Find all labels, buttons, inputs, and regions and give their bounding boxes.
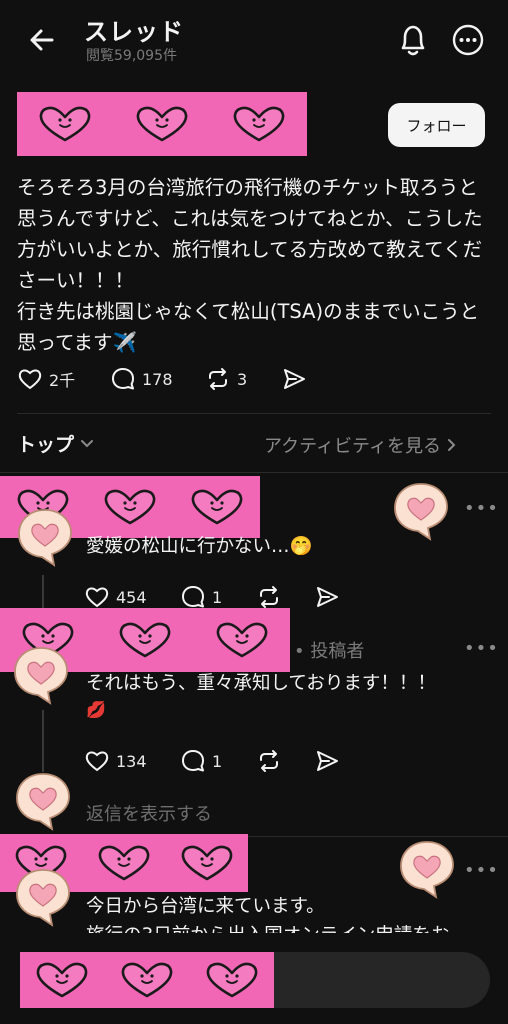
heart-face-icon: [37, 104, 93, 144]
share-icon[interactable]: [314, 584, 340, 610]
repost-count: 3: [237, 369, 248, 389]
chevron-right-icon: [447, 439, 456, 451]
follow-button[interactable]: フォロー: [388, 103, 485, 147]
reply-menu-icon[interactable]: •••: [464, 498, 499, 519]
repost-icon: [209, 368, 227, 390]
lips-emoji: 💋: [86, 700, 106, 719]
input-redaction: [20, 952, 274, 1008]
reply-menu-icon[interactable]: •••: [464, 860, 499, 881]
sort-top-dropdown[interactable]: トップ: [17, 430, 94, 457]
avatar[interactable]: [12, 866, 74, 928]
heart-outline-icon: [18, 369, 42, 390]
like-count: 2千: [49, 371, 76, 390]
sort-label: トップ: [17, 434, 75, 456]
heart-sticker-icon: [396, 838, 458, 900]
reply-like-count: 454: [116, 587, 147, 607]
avatar[interactable]: [10, 644, 72, 706]
reply-like-button[interactable]: 134: [84, 748, 147, 774]
thread-line: [42, 710, 44, 772]
reply-comment-button[interactable]: 1: [180, 748, 222, 774]
repost-icon[interactable]: [256, 584, 282, 610]
reply-like-count: 134: [116, 751, 147, 771]
heart-face-icon: [134, 104, 190, 144]
heart-face-icon: [34, 960, 90, 1000]
reply-comment-count: 1: [212, 751, 223, 771]
divider: [17, 413, 491, 414]
reply-like-button[interactable]: 454: [84, 584, 147, 610]
view-activity-link[interactable]: アクティビティを見る: [264, 432, 457, 458]
repost-button[interactable]: 3: [205, 366, 247, 392]
thread-line: [42, 575, 44, 609]
heart-face-icon: [96, 843, 152, 883]
reply-comment-button[interactable]: 1: [180, 584, 222, 610]
bell-icon[interactable]: [396, 22, 430, 58]
like-button[interactable]: 2千: [17, 366, 75, 392]
heart-face-icon: [189, 487, 245, 527]
activity-label: アクティビティを見る: [264, 436, 441, 457]
heart-face-icon: [117, 620, 173, 660]
reply-comment-count: 1: [212, 587, 223, 607]
heart-face-icon: [179, 843, 235, 883]
chevron-down-icon: [81, 439, 94, 447]
repost-icon[interactable]: [256, 748, 282, 774]
reply-text: 今日から台湾に来ています。: [86, 896, 325, 917]
heart-face-icon: [119, 960, 175, 1000]
heart-face-icon: [102, 487, 158, 527]
reply-menu-icon[interactable]: •••: [464, 638, 499, 659]
heart-face-icon: [204, 960, 260, 1000]
back-arrow-icon[interactable]: [26, 24, 58, 56]
heart-outline-icon: [85, 587, 109, 608]
avatar[interactable]: [14, 506, 76, 568]
show-replies-link[interactable]: 返信を表示する: [86, 800, 212, 826]
reply-count: 178: [142, 369, 173, 389]
comment-icon: [112, 368, 134, 390]
heart-face-icon: [214, 620, 270, 660]
page-title: スレッド: [84, 18, 184, 46]
author-redaction: [17, 92, 307, 156]
share-icon[interactable]: [281, 366, 307, 392]
author-tag: • 投稿者: [294, 641, 365, 662]
comment-icon: [182, 586, 204, 608]
heart-sticker-icon: [12, 770, 74, 832]
heart-sticker-icon: [390, 480, 452, 542]
divider: [0, 472, 508, 473]
comment-icon: [182, 750, 204, 772]
reply-text-cut: 旅行の3日前から出入国オンライン申請をお: [86, 921, 486, 933]
share-icon[interactable]: [314, 748, 340, 774]
more-options-icon[interactable]: [452, 24, 484, 56]
post-body: そろそろ3月の台湾旅行の飛行機のチケット取ろうと思うんですけど、これは気をつけて…: [17, 176, 483, 354]
reply-button[interactable]: 178: [110, 366, 173, 392]
reply-text: 愛媛の松山に行かない…🤭: [86, 536, 313, 557]
reply-text: それはもう、重々承知しております！！！: [86, 673, 436, 694]
heart-outline-icon: [85, 751, 109, 772]
heart-face-icon: [231, 104, 287, 144]
view-count: 閲覧59,095件: [86, 48, 177, 64]
